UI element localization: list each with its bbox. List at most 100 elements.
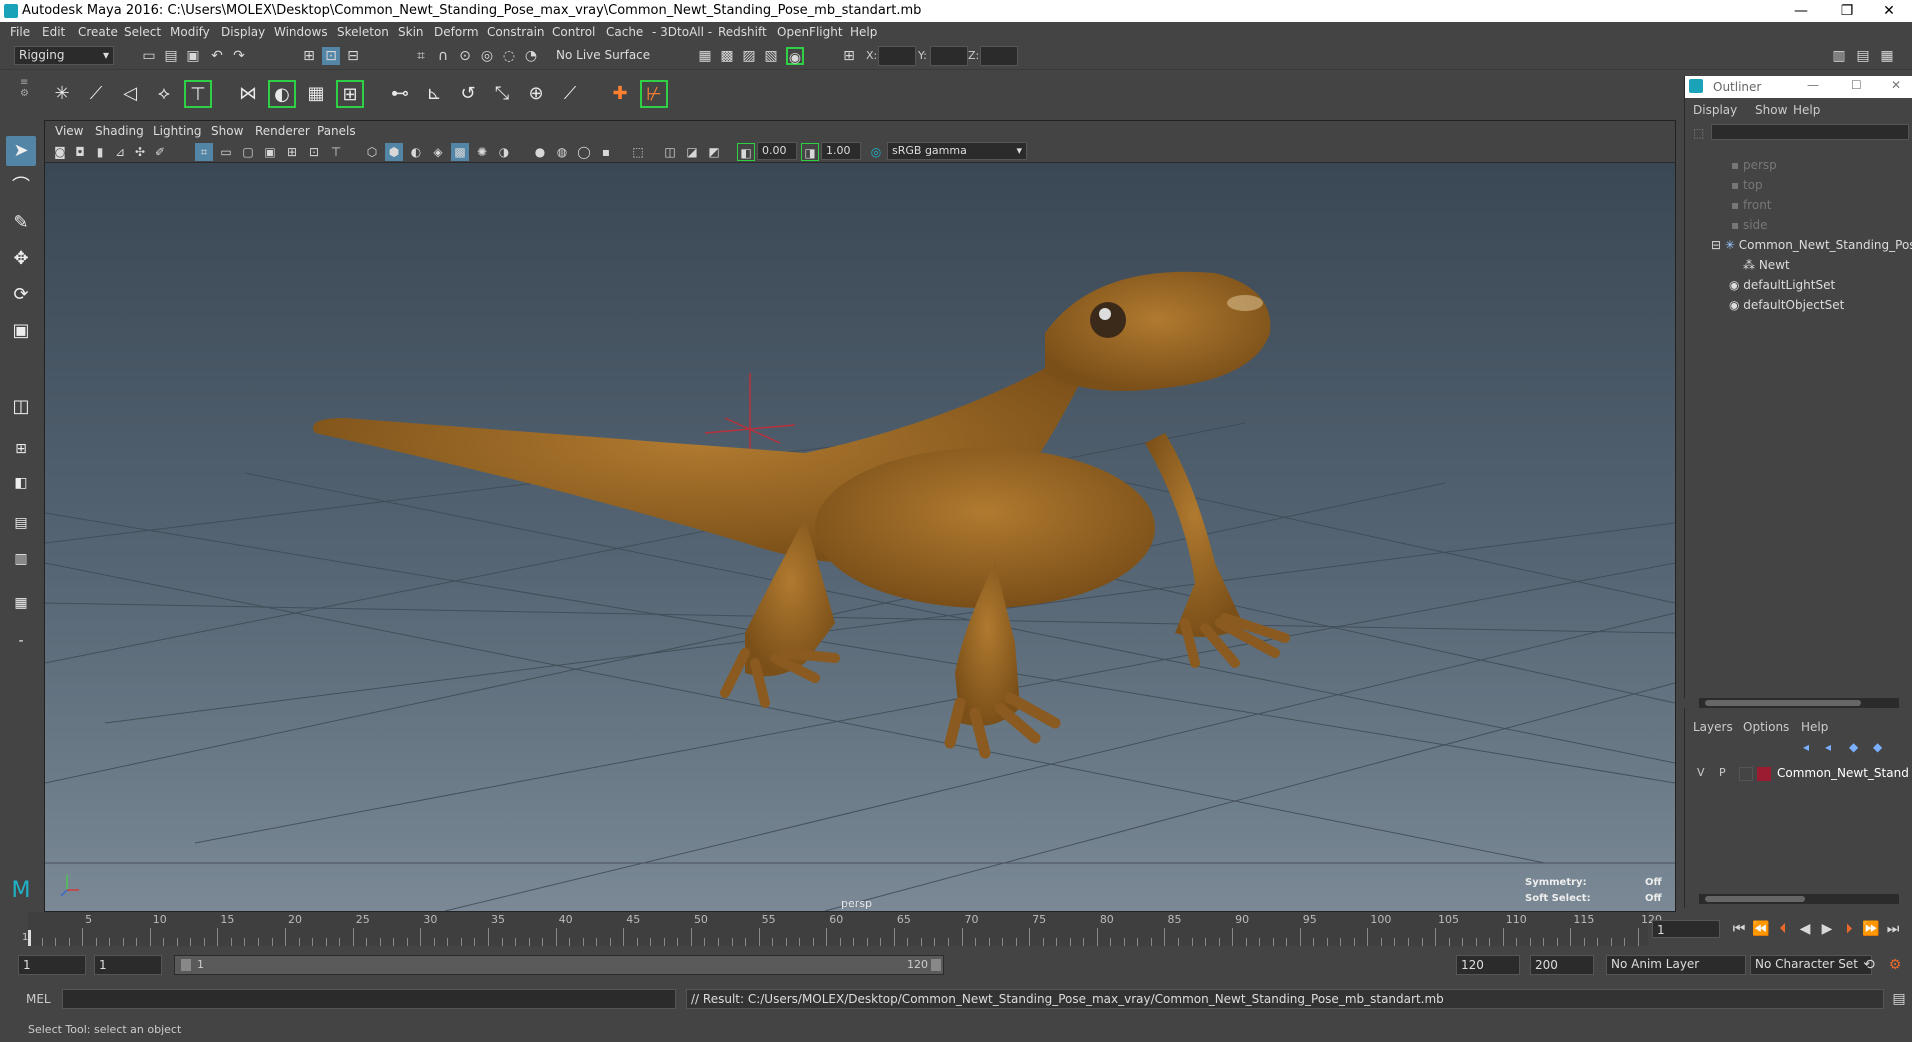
- scale-constraint-icon[interactable]: ⤡: [488, 80, 516, 108]
- ik-spline-icon[interactable]: ◁: [116, 80, 144, 108]
- motion-blur-icon[interactable]: ◍: [553, 143, 571, 161]
- layers-menu-layers[interactable]: Layers: [1693, 720, 1733, 734]
- 2d-pan-icon[interactable]: ✣: [131, 143, 149, 161]
- panel-menu-renderer[interactable]: Renderer: [255, 124, 310, 138]
- smooth-bind-icon[interactable]: ◐: [268, 80, 296, 108]
- outliner-hscrollbar[interactable]: [1699, 698, 1899, 708]
- layers-hscrollbar[interactable]: [1699, 894, 1899, 904]
- z-field[interactable]: [980, 46, 1018, 66]
- render-settings-icon[interactable]: ▧: [762, 47, 780, 65]
- panel-menu-shading[interactable]: Shading: [95, 124, 144, 138]
- y-field[interactable]: [930, 46, 968, 66]
- new-scene-icon[interactable]: ▭: [140, 47, 158, 65]
- layers-menu-options[interactable]: Options: [1743, 720, 1789, 734]
- 3d-viewport[interactable]: persp Symmetry: Off Soft Select: Off: [45, 163, 1675, 911]
- select-camera-icon[interactable]: ◙: [51, 143, 69, 161]
- gamma-icon[interactable]: ◨: [801, 143, 819, 161]
- two-view-icon[interactable]: ◧: [6, 468, 36, 498]
- joint-tool-icon[interactable]: ✳: [48, 80, 76, 108]
- ipr-render-icon[interactable]: ▨: [740, 47, 758, 65]
- rotate-tool-icon[interactable]: ⟳: [6, 280, 36, 310]
- collapse-icon[interactable]: ⊟: [1711, 238, 1725, 252]
- menu-file[interactable]: File: [10, 25, 30, 39]
- point-constraint-icon[interactable]: ⊷: [386, 80, 414, 108]
- modeling-toolkit-icon[interactable]: ▥: [1830, 47, 1848, 65]
- pole-vector-icon[interactable]: ⟋: [556, 80, 584, 108]
- four-view-icon[interactable]: ⊞: [6, 434, 36, 464]
- outliner-menu-show[interactable]: Show: [1755, 103, 1787, 117]
- menu-create[interactable]: Create: [78, 25, 118, 39]
- select-component-icon[interactable]: ⊟: [344, 47, 362, 65]
- minimize-button[interactable]: —: [1778, 0, 1824, 22]
- anim-end-field[interactable]: 200: [1530, 955, 1594, 975]
- attribute-editor-icon[interactable]: ▤: [1854, 47, 1872, 65]
- graph-editor-layout-icon[interactable]: ▥: [6, 544, 36, 574]
- layer-color-swatch[interactable]: [1757, 767, 1771, 781]
- menu-cache[interactable]: Cache: [606, 25, 643, 39]
- snap-view-icon[interactable]: ◎: [478, 47, 496, 65]
- ik-fk-icon[interactable]: ⊬: [640, 80, 668, 108]
- current-time-field[interactable]: 1: [1652, 920, 1720, 938]
- outliner-search-input[interactable]: [1711, 124, 1909, 140]
- paint-select-icon[interactable]: ✎: [6, 208, 36, 238]
- time-slider[interactable]: 5 10 15 20 25 30 35 40 45 50 55 60 65 70 75 80 85 90 95 100…: [0, 912, 1912, 948]
- render-frame-icon[interactable]: ▩: [718, 47, 736, 65]
- orient-constraint-icon[interactable]: ↺: [454, 80, 482, 108]
- textured-icon[interactable]: ▩: [451, 143, 469, 161]
- current-time-indicator[interactable]: [28, 930, 31, 946]
- layer-row[interactable]: V P Common_Newt_Stand: [1689, 764, 1909, 784]
- default-material-icon[interactable]: ◐: [407, 143, 425, 161]
- outliner-close-button[interactable]: ✕: [1891, 78, 1901, 92]
- menu-constrain[interactable]: Constrain: [487, 25, 545, 39]
- color-management-icon[interactable]: ◎: [867, 143, 885, 161]
- redo-icon[interactable]: ↷: [230, 47, 248, 65]
- parent-constraint-icon[interactable]: ⊕: [522, 80, 550, 108]
- single-view-icon[interactable]: ◫: [6, 392, 36, 422]
- play-forward-icon[interactable]: ▶: [1818, 920, 1836, 938]
- outliner-menu-display[interactable]: Display: [1693, 103, 1737, 117]
- range-start-handle[interactable]: [181, 959, 191, 971]
- use-all-lights-icon[interactable]: ✺: [473, 143, 491, 161]
- tree-item-default-light-set[interactable]: ◉ defaultLightSet: [1729, 278, 1835, 292]
- aim-constraint-icon[interactable]: ⊾: [420, 80, 448, 108]
- snap-surface-icon[interactable]: ◌: [500, 47, 518, 65]
- shadows-icon[interactable]: ◑: [495, 143, 513, 161]
- camera-attributes-icon[interactable]: ◘: [71, 143, 89, 161]
- outliner-scroll-thumb[interactable]: [1705, 700, 1861, 706]
- menu-modify[interactable]: Modify: [170, 25, 210, 39]
- move-layer-down-icon[interactable]: ◂: [1825, 740, 1831, 754]
- panel-menu-view[interactable]: View: [55, 124, 83, 138]
- tree-item-default-object-set[interactable]: ◉ defaultObjectSet: [1729, 298, 1844, 312]
- layer-visibility-toggle[interactable]: V: [1697, 766, 1705, 779]
- range-end-handle[interactable]: [931, 959, 941, 971]
- command-input[interactable]: [62, 989, 676, 1009]
- select-tool-icon[interactable]: ➤: [6, 136, 36, 166]
- x-field[interactable]: [878, 46, 916, 66]
- script-editor-icon[interactable]: ▤: [1890, 990, 1908, 1008]
- newt-model[interactable]: [313, 271, 1290, 759]
- snap-grid-icon[interactable]: ⌗: [412, 47, 430, 65]
- range-slider-bar[interactable]: 1 120: [174, 955, 944, 975]
- save-scene-icon[interactable]: ▣: [184, 47, 202, 65]
- safe-title-icon[interactable]: ⊤: [327, 143, 345, 161]
- image-plane-icon[interactable]: ⊿: [111, 143, 129, 161]
- bookmark-icon[interactable]: ▮: [91, 143, 109, 161]
- step-back-icon[interactable]: ⏪: [1752, 920, 1770, 938]
- xray-components-icon[interactable]: ◩: [705, 143, 723, 161]
- tree-item-front[interactable]: ▪ front: [1731, 198, 1772, 212]
- move-layer-up-icon[interactable]: ◂: [1803, 740, 1809, 754]
- hypershade-layout-icon[interactable]: ▦: [6, 588, 36, 618]
- bind-skin-icon[interactable]: ⋈: [234, 80, 262, 108]
- menu-redshift[interactable]: Redshift: [718, 25, 767, 39]
- menu-help[interactable]: Help: [850, 25, 877, 39]
- lattice-icon[interactable]: ▦: [302, 80, 330, 108]
- outliner-menu-help[interactable]: Help: [1793, 103, 1820, 117]
- select-hierarchy-icon[interactable]: ⊞: [300, 47, 318, 65]
- collapse-icon[interactable]: -: [6, 626, 36, 656]
- anim-start-field[interactable]: 1: [18, 955, 86, 975]
- close-button[interactable]: ✕: [1866, 0, 1912, 22]
- scale-tool-icon[interactable]: ▣: [6, 316, 36, 346]
- menu-control[interactable]: Control: [552, 25, 595, 39]
- lasso-tool-icon[interactable]: ⌒: [6, 172, 36, 202]
- select-object-icon[interactable]: ⊡: [322, 47, 340, 65]
